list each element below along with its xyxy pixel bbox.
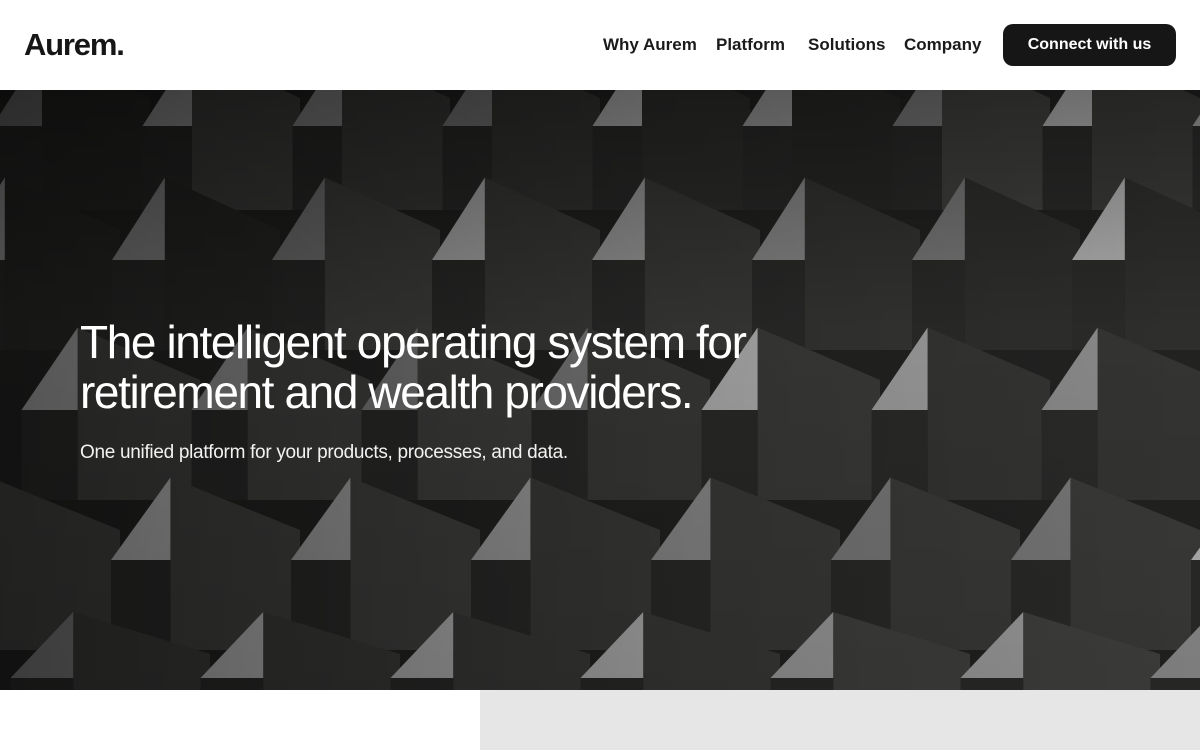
hero-title-line-1: The intelligent operating system for [80,316,747,368]
connect-button[interactable]: Connect with us [1003,24,1176,66]
hero-title-line-2: retirement and wealth providers. [80,366,694,418]
nav-platform[interactable]: Platform [716,33,785,57]
nav-solutions[interactable]: Solutions [808,33,885,57]
lower-right-panel [480,690,1200,750]
hero-subtitle: One unified platform for your products, … [80,442,568,463]
hero-title: The intelligent operating system for ret… [80,317,840,417]
lower-left-panel [0,690,480,750]
brand-logo[interactable]: Aurem. [24,27,125,63]
hero-section: The intelligent operating system for ret… [0,90,1200,690]
nav-company[interactable]: Company [904,33,981,57]
site-header: Aurem. Why Aurem Platform Solutions Comp… [0,0,1200,90]
nav-why-aurem[interactable]: Why Aurem [603,33,697,57]
